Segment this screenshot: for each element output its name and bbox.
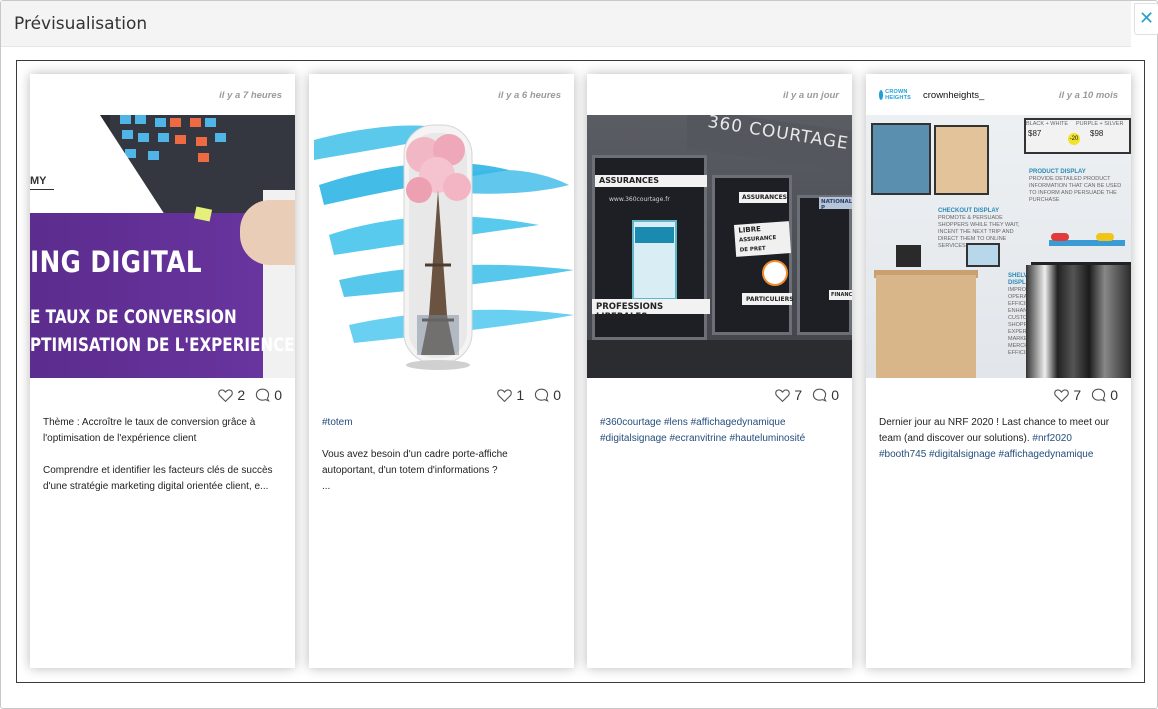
- post-caption: Dernier jour au NRF 2020 ! Last chance t…: [866, 412, 1131, 463]
- like-count[interactable]: 7: [775, 387, 802, 403]
- post-hashtags[interactable]: #totem: [309, 412, 574, 431]
- preview-modal: Prévisualisation ✕ il y a 7 heures MY IN…: [0, 0, 1158, 709]
- post-image[interactable]: BLACK + WHITE PURPLE + SILVER $87 $98 -2…: [866, 115, 1131, 378]
- totem-illustration: [314, 124, 574, 370]
- storefront-libre: LIBRE: [738, 225, 762, 235]
- close-icon[interactable]: ✕: [1134, 3, 1158, 35]
- like-value: 7: [1073, 387, 1082, 403]
- logo-text: CROWN HEIGHTS: [885, 89, 912, 101]
- comment-value: 0: [553, 387, 561, 403]
- preview-viewport: il y a 7 heures MY ING DIGITAL E TAUX DE…: [16, 60, 1145, 683]
- post-image[interactable]: [309, 115, 574, 378]
- post-caption: Vous avez besoin d'un cadre porte-affich…: [322, 449, 508, 492]
- post-card[interactable]: il y a 7 heures MY ING DIGITAL E TAUX DE…: [30, 74, 295, 668]
- card-header: il y a 7 heures: [30, 74, 295, 115]
- post-image[interactable]: MY ING DIGITAL E TAUX DE CONVERSION PTIM…: [30, 115, 295, 378]
- like-value: 7: [794, 387, 803, 403]
- card-header: CROWN HEIGHTS crownheights_ il y a 10 mo…: [866, 74, 1131, 115]
- storefront-website: www.360courtage.fr: [609, 196, 670, 203]
- heart-icon: [218, 388, 234, 402]
- comment-icon: [813, 388, 827, 402]
- product-display-title: PRODUCT DISPLAY: [1029, 169, 1086, 175]
- like-count[interactable]: 1: [497, 387, 524, 403]
- like-value: 1: [516, 387, 525, 403]
- storefront-assurances: ASSURANCES: [739, 192, 787, 203]
- price-1: $87: [1028, 129, 1042, 138]
- post-card[interactable]: il y a 6 heures 1 0 #totem Vous avez bes…: [309, 74, 574, 668]
- caption-text: Dernier jour au NRF 2020 ! Last chance t…: [879, 417, 1110, 444]
- storefront-professions: PROFESSIONS LIBERALES: [592, 299, 710, 322]
- storefront-choix: ASSURANCE DE PRET: [738, 235, 777, 254]
- post-card[interactable]: CROWN HEIGHTS crownheights_ il y a 10 mo…: [866, 74, 1131, 668]
- shoe-label-1: BLACK + WHITE: [1026, 121, 1069, 127]
- post-time: il y a 10 mois: [1058, 90, 1118, 101]
- storefront-national: NATIONAL P: [819, 197, 852, 211]
- promo-badge: -20: [1068, 133, 1080, 145]
- post-stats: 2 0: [30, 378, 295, 412]
- heart-icon: [775, 388, 791, 402]
- post-card[interactable]: il y a un jour 360 COURTAGE ASSURANCES A…: [587, 74, 852, 668]
- like-count[interactable]: 2: [218, 387, 245, 403]
- post-image[interactable]: 360 COURTAGE ASSURANCES ASSURANCES NATIO…: [587, 115, 852, 378]
- comment-value: 0: [1110, 387, 1118, 403]
- card-header: il y a un jour: [587, 74, 852, 115]
- author-name: crownheights_: [923, 89, 985, 101]
- shoe-label-2: PURPLE + SILVER: [1076, 121, 1124, 127]
- modal-header: Prévisualisation: [1, 1, 1131, 47]
- comment-count[interactable]: 0: [1091, 387, 1118, 403]
- post-time: il y a un jour: [783, 90, 839, 101]
- post-author[interactable]: CROWN HEIGHTS crownheights_: [879, 88, 984, 102]
- comment-count[interactable]: 0: [534, 387, 561, 403]
- heart-icon: [497, 388, 513, 402]
- brand-logo-fragment: MY: [30, 175, 47, 187]
- comment-value: 0: [274, 387, 282, 403]
- product-display-desc: PROVIDE DETAILED PRODUCT INFORMATION THA…: [1029, 176, 1122, 203]
- banner-line-1: E TAUX DE CONVERSION: [30, 306, 237, 328]
- storefront-assurances: ASSURANCES: [595, 175, 707, 187]
- comment-count[interactable]: 0: [812, 387, 839, 403]
- price-2: $98: [1090, 129, 1104, 138]
- post-time: il y a 6 heures: [498, 90, 561, 101]
- comment-value: 0: [831, 387, 839, 403]
- storefront-finance: FINANCE: [829, 290, 852, 300]
- post-stats: 7 0: [587, 378, 852, 412]
- banner-title: ING DIGITAL: [30, 245, 203, 279]
- checkout-display-title: CHECKOUT DISPLAY: [938, 208, 1000, 214]
- like-count[interactable]: 7: [1054, 387, 1081, 403]
- card-header: il y a 6 heures: [309, 74, 574, 115]
- storefront-particuliers: PARTICULIERS: [742, 293, 794, 305]
- post-hashtags[interactable]: #360courtage #lens #affichagedynamique #…: [587, 412, 852, 447]
- crownheights-logo: CROWN HEIGHTS: [879, 88, 911, 102]
- post-stats: 1 0: [309, 378, 574, 412]
- comment-icon: [256, 388, 270, 402]
- comment-icon: [535, 388, 549, 402]
- heart-icon: [1054, 388, 1070, 402]
- like-value: 2: [237, 387, 246, 403]
- banner-line-2: PTIMISATION DE L'EXPERIENCE CLIE: [30, 334, 295, 356]
- post-stats: 7 0: [866, 378, 1131, 412]
- comment-count[interactable]: 0: [255, 387, 282, 403]
- post-caption: Thème : Accroître le taux de conversion …: [43, 417, 273, 492]
- post-time: il y a 7 heures: [219, 90, 282, 101]
- modal-title: Prévisualisation: [14, 14, 148, 34]
- comment-icon: [1092, 388, 1106, 402]
